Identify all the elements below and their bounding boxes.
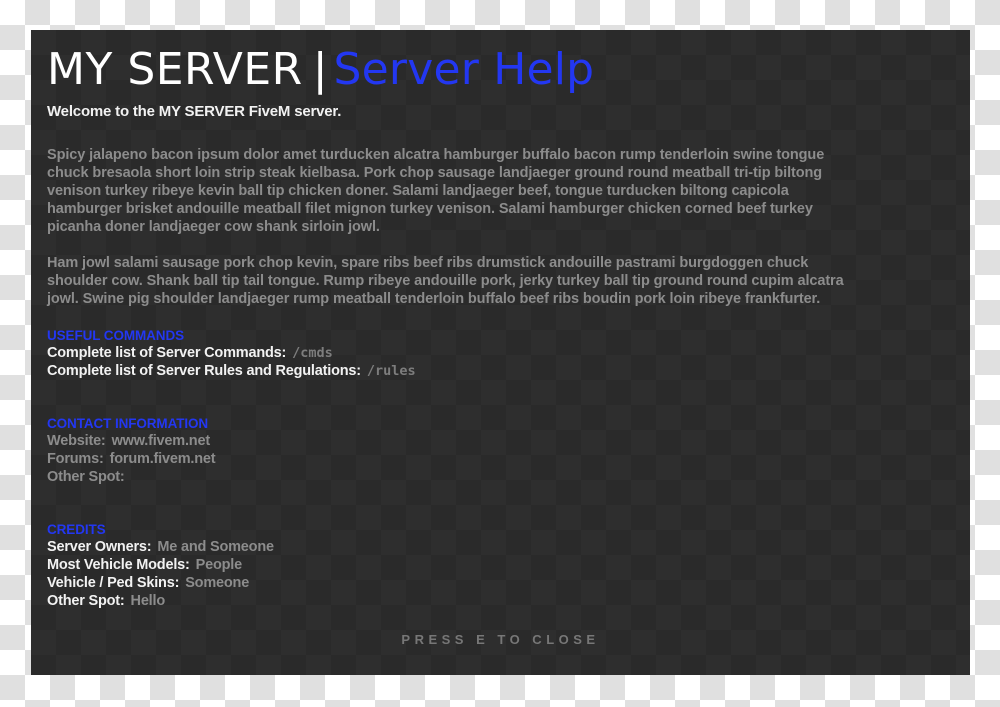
server-help-panel: MY SERVER | Server Help Welcome to the MY … bbox=[31, 30, 970, 675]
section-credits: CREDITS Server Owners: Me and Someone Mos… bbox=[47, 522, 952, 610]
commands-row-value[interactable]: /rules bbox=[361, 363, 416, 379]
contact-row: Other Spot: bbox=[47, 468, 952, 486]
commands-row-label: Complete list of Server Rules and Regula… bbox=[47, 363, 361, 379]
screen: MY SERVER | Server Help Welcome to the MY … bbox=[0, 0, 1000, 707]
credits-row-label: Most Vehicle Models: bbox=[47, 557, 190, 573]
commands-row-value[interactable]: /cmds bbox=[286, 345, 333, 361]
contact-row-value[interactable]: www.fivem.net bbox=[106, 433, 211, 449]
contact-row-label: Other Spot: bbox=[47, 469, 125, 485]
section-contact-information: CONTACT INFORMATION Website: www.fivem.ne… bbox=[47, 416, 952, 486]
credits-row: Other Spot: Hello bbox=[47, 592, 952, 610]
contact-row-value[interactable]: forum.fivem.net bbox=[104, 451, 216, 467]
credits-row: Server Owners: Me and Someone bbox=[47, 538, 952, 556]
close-hint: PRESS E TO CLOSE bbox=[401, 632, 600, 647]
title-subtitle: Server Help bbox=[333, 44, 595, 95]
section-useful-commands: USEFUL COMMANDS Complete list of Server … bbox=[47, 328, 952, 380]
credits-row-label: Server Owners: bbox=[47, 539, 152, 555]
contact-row: Forums: forum.fivem.net bbox=[47, 450, 952, 468]
contact-row-label: Website: bbox=[47, 433, 106, 449]
section-heading-useful-commands: USEFUL COMMANDS bbox=[47, 328, 185, 343]
contact-row: Website: www.fivem.net bbox=[47, 432, 952, 450]
credits-row: Vehicle / Ped Skins: Someone bbox=[47, 574, 952, 592]
credits-row-value: Hello bbox=[130, 593, 166, 609]
credits-row-label: Vehicle / Ped Skins: bbox=[47, 575, 180, 591]
commands-row: Complete list of Server Rules and Regula… bbox=[47, 362, 952, 380]
section-heading-contact-information: CONTACT INFORMATION bbox=[47, 416, 209, 431]
commands-row-label: Complete list of Server Commands: bbox=[47, 345, 287, 361]
panel-content: MY SERVER | Server Help Welcome to the MY … bbox=[31, 42, 970, 610]
body-paragraph-2: Ham jowl salami sausage pork chop kevin,… bbox=[47, 255, 844, 307]
credits-row-label: Other Spot: bbox=[47, 593, 125, 609]
commands-row: Complete list of Server Commands:/cmds bbox=[47, 344, 952, 362]
title-separator: | bbox=[312, 44, 328, 95]
contact-row-label: Forums: bbox=[47, 451, 104, 467]
credits-row: Most Vehicle Models: People bbox=[47, 556, 952, 574]
section-heading-credits: CREDITS bbox=[47, 522, 106, 537]
title-server-name: MY SERVER bbox=[47, 44, 303, 95]
credits-row-value: Me and Someone bbox=[157, 539, 274, 555]
contact-row-value bbox=[125, 469, 131, 485]
page-title: MY SERVER | Server Help bbox=[47, 42, 952, 92]
credits-row-value: People bbox=[195, 557, 243, 573]
welcome-line: Welcome to the MY SERVER FiveM server. bbox=[47, 103, 342, 120]
body-paragraph-1: Spicy jalapeno bacon ipsum dolor amet tu… bbox=[47, 147, 825, 235]
credits-row-value: Someone bbox=[185, 575, 250, 591]
